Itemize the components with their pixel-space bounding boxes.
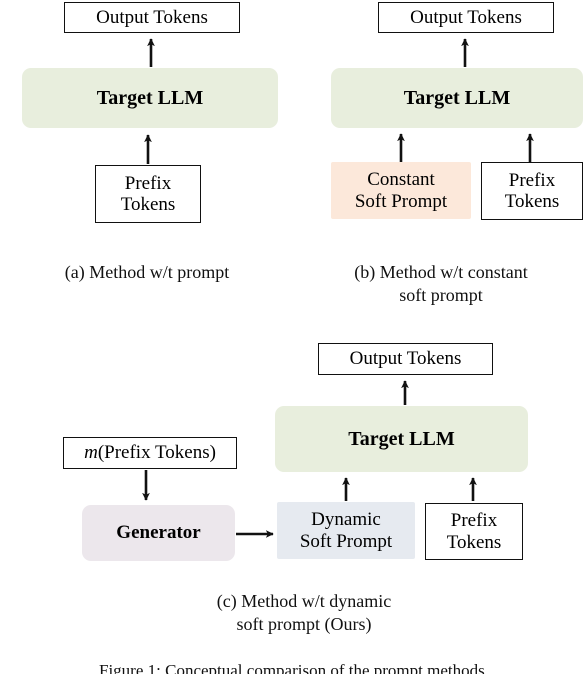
panel-c-prefix-tokens-line-1: Prefix [450, 510, 498, 532]
panel-c-caption: (c) Method w/t dynamic soft prompt (Ours… [144, 590, 464, 635]
panel-b-constant-soft-prompt-line-1: Constant [367, 169, 435, 191]
panel-c-target-llm-label: Target LLM [348, 427, 455, 450]
panel-b-output-tokens-label: Output Tokens [410, 6, 522, 28]
panel-c-prefix-tokens-line-2: Tokens [446, 531, 502, 553]
figure-caption: Figure 1: Conceptual comparison of the p… [0, 661, 588, 674]
panel-a-prefix-tokens-box: Prefix Tokens [95, 165, 201, 223]
panel-b-caption: (b) Method w/t constant soft prompt [294, 261, 588, 306]
panel-c-m-prefix-tokens-box: m (Prefix Tokens) [63, 437, 237, 469]
panel-b-constant-soft-prompt-line-2: Soft Prompt [354, 190, 448, 212]
panel-c-output-tokens-box: Output Tokens [318, 343, 493, 375]
panel-a-caption-line-1: (a) Method w/t prompt [64, 262, 230, 282]
panel-b-caption-line-1: (b) Method w/t constant [354, 262, 528, 282]
panel-c-dynamic-soft-prompt-box: Dynamic Soft Prompt [277, 502, 415, 559]
panel-c-output-tokens-label: Output Tokens [349, 348, 462, 370]
panel-c-caption-line-1: (c) Method w/t dynamic [216, 591, 392, 611]
panel-c-caption-line-2: soft prompt (Ours) [236, 613, 372, 634]
panel-c-dynamic-soft-prompt-line-1: Dynamic [311, 509, 381, 531]
panel-b-constant-soft-prompt-box: Constant Soft Prompt [331, 162, 471, 219]
panel-a-output-tokens-box: Output Tokens [64, 2, 240, 33]
panel-c-generator-label: Generator [116, 522, 201, 544]
panel-a-target-llm-box: Target LLM [22, 68, 278, 128]
panel-b-output-tokens-box: Output Tokens [378, 2, 554, 33]
panel-c-target-llm-box: Target LLM [275, 406, 528, 472]
figure-caption-text: Figure 1: Conceptual comparison of the p… [99, 661, 489, 674]
panel-a-target-llm-label: Target LLM [96, 86, 204, 109]
panel-a-prefix-tokens-line-2: Tokens [120, 194, 176, 215]
panel-b-target-llm-box: Target LLM [331, 68, 583, 128]
panel-a-prefix-tokens-line-1: Prefix [124, 172, 172, 194]
panel-c-m-prefix-tokens-variable: m [84, 442, 98, 464]
panel-b-prefix-tokens-line-1: Prefix [508, 169, 556, 191]
panel-b-caption-line-2: soft prompt [399, 284, 483, 305]
panel-a-output-tokens-label: Output Tokens [96, 6, 208, 28]
figure-diagram: Output Tokens Target LLM Prefix Tokens (… [0, 0, 588, 674]
panel-a-caption: (a) Method w/t prompt [0, 261, 294, 284]
panel-b-prefix-tokens-line-2: Tokens [504, 191, 560, 212]
panel-c-prefix-tokens-box: Prefix Tokens [425, 503, 523, 560]
panel-c-generator-box: Generator [82, 505, 235, 561]
panel-b-prefix-tokens-box: Prefix Tokens [481, 162, 583, 220]
panel-c-dynamic-soft-prompt-line-2: Soft Prompt [299, 530, 393, 552]
panel-b-target-llm-label: Target LLM [403, 86, 511, 109]
panel-c-m-prefix-tokens-rest: (Prefix Tokens) [97, 442, 216, 464]
